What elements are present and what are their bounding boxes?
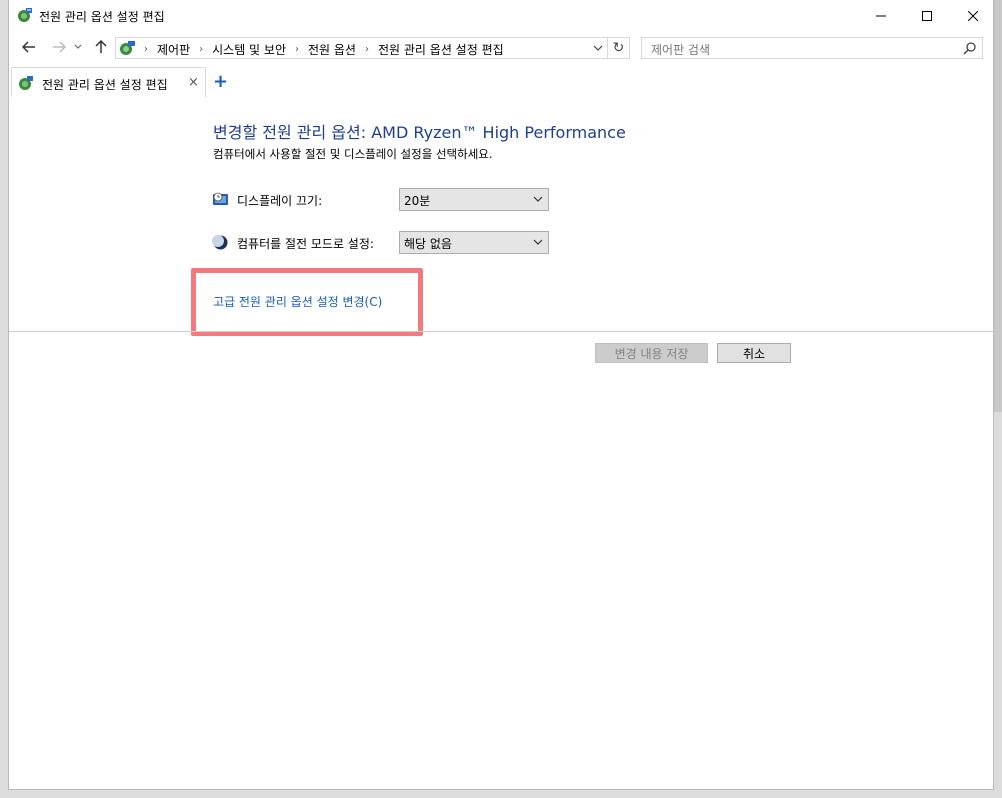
arrow-right-icon bbox=[53, 41, 66, 53]
address-bar[interactable]: › 제어판 › 시스템 및 보안 › 전원 옵션 › 전원 관리 옵션 설정 편… bbox=[115, 37, 608, 59]
search-icon bbox=[963, 42, 976, 55]
title-bar: 전원 관리 옵션 설정 편집 bbox=[9, 0, 993, 31]
page-title: 변경할 전원 관리 옵션: AMD Ryzen™ High Performanc… bbox=[213, 123, 626, 142]
power-options-icon bbox=[18, 8, 32, 22]
address-dropdown-button[interactable] bbox=[589, 38, 607, 58]
monitor-clock-icon bbox=[213, 192, 228, 205]
search-box[interactable]: 제어판 검색 bbox=[641, 37, 983, 59]
close-icon bbox=[968, 10, 978, 21]
forward-button[interactable] bbox=[49, 37, 69, 57]
display-off-select[interactable]: 20분 bbox=[399, 188, 549, 211]
navigation-bar: › 제어판 › 시스템 및 보안 › 전원 옵션 › 전원 관리 옵션 설정 편… bbox=[9, 33, 993, 63]
up-button[interactable] bbox=[91, 37, 111, 57]
sleep-label: 컴퓨터를 절전 모드로 설정: bbox=[237, 237, 374, 251]
close-button[interactable] bbox=[950, 0, 996, 31]
page-subtitle: 컴퓨터에서 사용할 절전 및 디스플레이 설정을 선택하세요. bbox=[213, 147, 493, 161]
search-input[interactable]: 제어판 검색 bbox=[651, 41, 710, 58]
breadcrumb-separator: › bbox=[144, 44, 148, 55]
breadcrumb-item[interactable]: 전원 옵션 bbox=[308, 41, 356, 58]
breadcrumb-item[interactable]: 제어판 bbox=[157, 41, 190, 58]
recent-locations-button[interactable] bbox=[72, 37, 84, 57]
breadcrumb-separator: › bbox=[364, 44, 369, 55]
window-title: 전원 관리 옵션 설정 편집 bbox=[39, 10, 165, 24]
minimize-button[interactable] bbox=[858, 0, 904, 31]
breadcrumb-separator: › bbox=[199, 44, 204, 55]
breadcrumb-item[interactable]: 시스템 및 보안 bbox=[212, 41, 286, 58]
back-button[interactable] bbox=[19, 37, 39, 57]
main-content: 변경할 전원 관리 옵션: AMD Ryzen™ High Performanc… bbox=[9, 97, 993, 789]
chevron-down-icon bbox=[533, 239, 543, 245]
background-strip bbox=[994, 0, 1002, 412]
arrow-up-icon bbox=[95, 40, 107, 53]
chevron-down-icon bbox=[533, 196, 543, 202]
advanced-settings-link[interactable]: 고급 전원 관리 옵션 설정 변경(C) bbox=[213, 293, 382, 310]
sleep-value: 해당 없음 bbox=[404, 237, 452, 251]
maximize-button[interactable] bbox=[904, 0, 950, 31]
display-off-label: 디스플레이 끄기: bbox=[237, 194, 323, 208]
chevron-down-icon bbox=[593, 45, 603, 51]
tab-label: 전원 관리 옵션 설정 편집 bbox=[42, 78, 168, 92]
power-options-icon bbox=[19, 76, 33, 90]
tab-edit-plan-settings[interactable]: 전원 관리 옵션 설정 편집 × bbox=[11, 67, 206, 97]
breadcrumb-separator: › bbox=[295, 44, 299, 55]
arrow-left-icon bbox=[22, 41, 35, 53]
add-tab-button[interactable]: + bbox=[213, 71, 228, 92]
display-off-value: 20분 bbox=[404, 194, 431, 208]
save-button[interactable]: 변경 내용 저장 bbox=[595, 343, 708, 363]
breadcrumb-item[interactable]: 전원 관리 옵션 설정 편집 bbox=[378, 41, 504, 58]
chevron-down-icon bbox=[74, 44, 82, 49]
breadcrumb: › 제어판 › 시스템 및 보안 › 전원 옵션 › 전원 관리 옵션 설정 편… bbox=[138, 41, 504, 58]
cancel-button[interactable]: 취소 bbox=[717, 343, 791, 363]
refresh-button[interactable]: ↻ bbox=[608, 37, 630, 59]
refresh-icon: ↻ bbox=[612, 40, 625, 56]
moon-icon bbox=[212, 235, 228, 250]
sleep-select[interactable]: 해당 없음 bbox=[399, 231, 549, 254]
control-panel-icon bbox=[120, 41, 135, 55]
maximize-icon bbox=[922, 10, 932, 21]
divider bbox=[9, 331, 993, 332]
tab-close-icon[interactable]: × bbox=[188, 75, 199, 90]
minimize-icon bbox=[876, 15, 886, 16]
tab-bar: 전원 관리 옵션 설정 편집 × + bbox=[9, 67, 993, 97]
window: 전원 관리 옵션 설정 편집 › 제어판 › 시스템 및 보안 › 전원 옵션 … bbox=[8, 0, 994, 790]
